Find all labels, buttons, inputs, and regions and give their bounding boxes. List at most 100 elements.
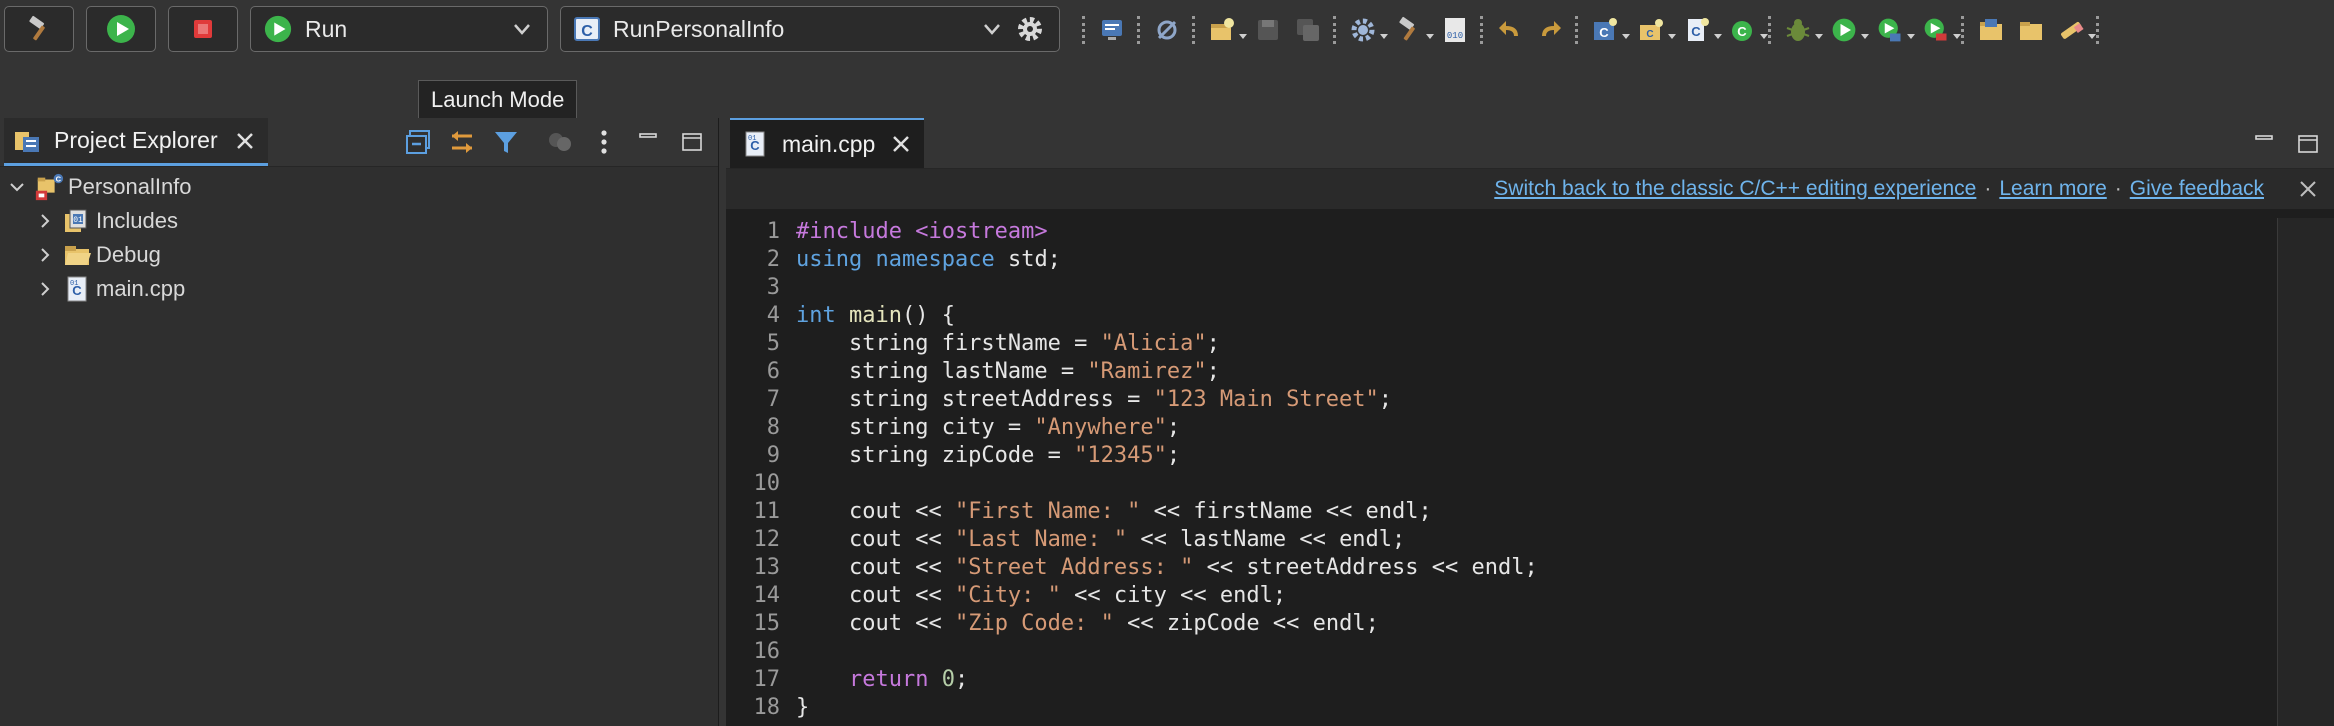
pen-tool-icon[interactable] (2056, 15, 2096, 45)
editor-view-toolbar (2236, 128, 2324, 160)
code-token: int (796, 303, 849, 328)
code-token: "Ramirez" (1087, 359, 1207, 384)
close-icon[interactable] (232, 128, 258, 154)
tab-main-cpp[interactable]: C 01 main.cpp (730, 118, 924, 168)
code-line: 17 return 0; (726, 666, 2276, 694)
close-icon[interactable] (888, 131, 914, 157)
line-number: 12 (753, 527, 781, 552)
close-icon[interactable] (2294, 175, 2322, 203)
toolbar-icon-strip: 010 C C C C (1082, 10, 2111, 50)
vertical-scrollbar[interactable] (2277, 218, 2334, 726)
toolbar-separator (1137, 16, 1144, 44)
back-icon[interactable] (1495, 15, 1525, 45)
maximize-icon[interactable] (676, 126, 708, 158)
chevron-down-icon[interactable] (6, 176, 28, 198)
code-token: string firstName = (796, 331, 1101, 356)
maximize-icon[interactable] (2292, 128, 2324, 160)
chevron-right-icon[interactable] (34, 278, 56, 300)
chevron-down-icon (984, 24, 1000, 35)
run-as-icon[interactable] (1829, 15, 1869, 45)
project-explorer-panel: Project Explorer C PersonalInfo 01 Inclu… (0, 118, 719, 726)
chevron-right-icon[interactable] (34, 210, 56, 232)
line-number: 3 (766, 275, 780, 300)
collapse-all-icon[interactable] (402, 126, 434, 158)
stop-button[interactable] (168, 6, 238, 52)
save-all-icon[interactable] (1293, 15, 1323, 45)
new-icon[interactable] (1207, 15, 1247, 45)
build-all-icon[interactable] (1394, 15, 1434, 45)
chevron-down-icon (514, 24, 530, 35)
new-source-file-icon[interactable]: C (1682, 15, 1722, 45)
forward-icon[interactable] (1535, 15, 1565, 45)
main-toolbar: Run C RunPersonalInfo 010 C C C C (0, 0, 2334, 60)
binary-icon[interactable]: 010 (1440, 15, 1470, 45)
run-button[interactable] (86, 6, 156, 52)
open-type-icon[interactable] (2016, 15, 2046, 45)
svg-text:01: 01 (748, 135, 756, 143)
skip-breakpoints-icon[interactable] (1152, 15, 1182, 45)
folder-icon (62, 240, 92, 270)
tree-item-label: Includes (96, 208, 178, 233)
external-tools-icon[interactable] (1921, 15, 1961, 45)
chevron-right-icon[interactable] (34, 244, 56, 266)
editor-area: C 01 main.cpp Switch back to the classic … (726, 118, 2334, 726)
toolbar-separator (1333, 16, 1340, 44)
line-number: 17 (753, 667, 781, 692)
code-line: 7 string streetAddress = "123 Main Stree… (726, 386, 2276, 414)
code-line: 16 (726, 638, 2276, 666)
tree-item-includes[interactable]: 01 Includes (0, 204, 718, 238)
switch-classic-editor-link[interactable]: Switch back to the classic C/C++ editing… (1494, 177, 1976, 201)
code-editor[interactable]: 1 #include <iostream> 2 using namespace std… (726, 218, 2276, 726)
launch-configuration-select[interactable]: C RunPersonalInfo (560, 6, 1060, 52)
launch-mode-value: Run (305, 15, 348, 42)
code-token: "12345" (1074, 443, 1167, 468)
new-source-folder-icon[interactable]: C (1636, 15, 1676, 45)
link-with-editor-icon[interactable] (446, 126, 478, 158)
learn-more-link[interactable]: Learn more (1999, 177, 2106, 201)
new-class-icon[interactable]: C (1728, 15, 1768, 45)
run-icon (107, 15, 135, 43)
editor-notification-banner: Switch back to the classic C/C++ editing… (726, 169, 2334, 209)
stop-icon (194, 20, 212, 38)
give-feedback-link[interactable]: Give feedback (2130, 177, 2264, 201)
console-icon[interactable] (1097, 15, 1127, 45)
save-icon[interactable] (1253, 15, 1283, 45)
code-token: string zipCode = (796, 443, 1075, 468)
launch-mode-select[interactable]: Run (250, 6, 548, 52)
code-line: 14 cout << "City: " << city << endl; (726, 582, 2276, 610)
line-number: 1 (766, 219, 780, 244)
toolbar-separator (1575, 16, 1582, 44)
tree-item-label: main.cpp (96, 276, 186, 301)
code-token: "Last Name: " (954, 527, 1128, 552)
toolbar-separator (1082, 16, 1089, 44)
code-token: << lastName << endl; (1127, 527, 1406, 552)
minimize-icon[interactable] (2248, 128, 2280, 160)
debug-icon[interactable] (1783, 15, 1823, 45)
code-line: 4 int main() { (726, 302, 2276, 330)
tree-item-label: Debug (96, 242, 161, 267)
coverage-icon[interactable] (1875, 15, 1915, 45)
code-line: 13 cout << "Street Address: " << streetA… (726, 554, 2276, 582)
line-number: 10 (753, 471, 781, 496)
gear-icon[interactable] (1013, 12, 1047, 46)
open-folder-icon[interactable] (1976, 15, 2006, 45)
tab-project-explorer[interactable]: Project Explorer (4, 118, 268, 166)
new-cpp-project-icon[interactable]: C (1590, 15, 1630, 45)
code-token: "First Name: " (954, 499, 1141, 524)
minimize-icon[interactable] (632, 126, 664, 158)
svg-text:01: 01 (70, 280, 78, 288)
tree-item-project[interactable]: C PersonalInfo (0, 170, 718, 204)
toolbar-separator (2096, 16, 2103, 44)
view-menu-icon[interactable] (588, 126, 620, 158)
code-token: cout << (796, 583, 955, 608)
focus-task-icon[interactable] (544, 126, 576, 158)
tree-item-debug[interactable]: Debug (0, 238, 718, 272)
line-number: 15 (753, 611, 781, 636)
build-settings-icon[interactable] (1348, 15, 1388, 45)
code-token: } (796, 695, 810, 720)
filter-icon[interactable] (490, 126, 522, 158)
toolbar-separator (1480, 16, 1487, 44)
code-line: 3 (726, 274, 2276, 302)
build-button[interactable] (4, 6, 74, 52)
tree-item-main-cpp[interactable]: C 01 main.cpp (0, 272, 718, 306)
